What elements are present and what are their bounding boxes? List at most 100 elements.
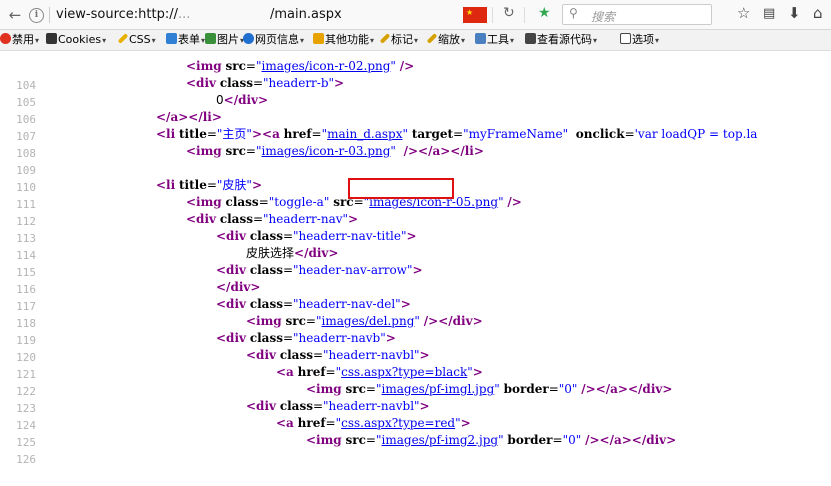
toolbar-label: 选项 — [632, 33, 654, 46]
bookmark-star-icon[interactable]: ☆ — [737, 4, 750, 22]
url-hidden: ... — [178, 7, 191, 22]
webdev-toolbar: 禁用▾ Cookies▾ CSS▾ 表单▾ 图片▾ 网页信息▾ 其他功能▾ 标记… — [0, 30, 831, 51]
source-line: 117 </div> — [0, 279, 831, 313]
line-code: <img src="images/icon-r-02.png" /> — [186, 59, 415, 73]
wand-icon — [117, 33, 129, 44]
toolbar-item-options[interactable]: 选项▾ — [620, 33, 659, 48]
info-icon — [243, 33, 254, 44]
tools-icon — [475, 33, 486, 44]
line-code: <li title="主页"><a href="main_d.aspx" tar… — [156, 127, 758, 141]
image-icon — [205, 33, 216, 44]
form-icon — [166, 33, 177, 44]
source-line: 110 — [0, 160, 831, 194]
source-line: 109 <img src="images/icon-r-03.png" /></… — [0, 143, 831, 177]
options-icon — [620, 33, 631, 44]
source-line: 114 <div class="headerr-nav-title"> — [0, 228, 831, 262]
line-code: <img src="images/pf-img2.jpg" border="0"… — [306, 433, 677, 447]
reload-icon[interactable]: ↻ — [503, 5, 515, 21]
search-icon: ⚲ — [569, 6, 578, 20]
line-code: <div class="headerr-nav"> — [186, 212, 359, 226]
source-line: 125 <a href="css.aspx?type=red"> — [0, 415, 831, 449]
toolbar-label: 网页信息 — [255, 33, 299, 46]
line-code: </a></li> — [156, 110, 222, 124]
divider — [524, 7, 525, 23]
source-line: 119 <img src="images/del.png" /></div> — [0, 313, 831, 347]
info-icon[interactable]: i — [29, 8, 44, 23]
source-line: 106 0</div> — [0, 92, 831, 126]
line-code: <div class="headerr-navbl"> — [246, 348, 430, 362]
line-code: 0</div> — [216, 93, 269, 107]
toolbar-item-disable[interactable]: 禁用▾ — [0, 33, 39, 48]
divider — [49, 7, 50, 23]
arrow-left-icon[interactable]: ← — [4, 4, 26, 26]
source-line: 118 <div class="headerr-nav-del"> — [0, 296, 831, 330]
toolbar-label: CSS — [129, 33, 151, 46]
url-file: /main.aspx — [270, 7, 342, 22]
source-line: 126 <img src="images/pf-img2.jpg" border… — [0, 432, 831, 466]
china-flag-icon[interactable]: ★ — [463, 7, 487, 23]
toolbar-item-pageinfo[interactable]: 网页信息▾ — [243, 33, 304, 48]
line-code: </div> — [216, 280, 261, 294]
home-icon[interactable]: ⌂ — [813, 4, 823, 22]
line-code: <div class="headerr-nav-del"> — [216, 297, 411, 311]
source-line: 120 <div class="headerr-navb"> — [0, 330, 831, 364]
toolbar-label: 查看源代码 — [537, 33, 592, 46]
toolbar-label: 其他功能 — [325, 33, 369, 46]
toolbar-label: 表单 — [178, 33, 200, 46]
bookmark-green-icon[interactable]: ★ — [538, 5, 551, 21]
source-line: 104 <img src="images/icon-r-02.png" /> — [0, 58, 831, 92]
pencil-icon — [379, 33, 391, 44]
source-line: 108 <li title="主页"><a href="main_d.aspx"… — [0, 126, 831, 160]
toolbar-label: 图片 — [217, 33, 239, 46]
toolbar-item-zoom[interactable]: 缩放▾ — [426, 33, 465, 48]
line-code: <a href="css.aspx?type=black"> — [276, 365, 483, 379]
search-input[interactable]: ⚲ 搜索 — [562, 4, 712, 25]
line-code: 皮肤选择</div> — [246, 246, 339, 260]
folder-icon — [313, 33, 324, 44]
source-line-partial — [0, 449, 831, 466]
line-code: <img src="images/pf-imgl.jpg" border="0"… — [306, 382, 673, 396]
source-line: 121 <div class="headerr-navbl"> — [0, 347, 831, 381]
toolbar-item-misc[interactable]: 其他功能▾ — [313, 33, 374, 48]
source-line: 124 <div class="headerr-navbl"> — [0, 398, 831, 432]
line-code: <div class="headerr-navbl"> — [246, 399, 430, 413]
forbidden-icon — [0, 33, 11, 44]
line-code: <div class="headerr-nav-title"> — [216, 229, 417, 243]
line-code: <div class="headerr-b"> — [186, 76, 345, 90]
toolbar-label: 标记 — [391, 33, 413, 46]
line-code: <img src="images/del.png" /></div> — [246, 314, 483, 328]
user-icon — [46, 33, 57, 44]
download-icon[interactable]: ⬇ — [788, 4, 801, 22]
address-bar[interactable]: ← i view-source:http://... /main.aspx ★ ↻… — [0, 0, 831, 30]
line-code: <img src="images/icon-r-03.png" /></a></… — [186, 144, 484, 158]
reading-list-icon[interactable]: ▤ — [763, 6, 775, 21]
monitor-icon — [525, 33, 536, 44]
source-line: 115 皮肤选择</div> — [0, 245, 831, 279]
source-line: 113 <div class="headerr-nav"> — [0, 211, 831, 245]
line-code: <div class="header-nav-arrow"> — [216, 263, 423, 277]
toolbar-label: 缩放 — [438, 33, 460, 46]
toolbar-item-form[interactable]: 表单▾ — [166, 33, 205, 48]
source-line: 123 <img src="images/pf-imgl.jpg" border… — [0, 381, 831, 415]
toolbar-item-tools[interactable]: 工具▾ — [475, 33, 514, 48]
toolbar-label: 禁用 — [12, 33, 34, 46]
divider — [492, 7, 493, 23]
resize-icon — [426, 33, 438, 44]
toolbar-item-viewsource[interactable]: 查看源代码▾ — [525, 33, 597, 48]
line-code: <a href="css.aspx?type=red"> — [276, 416, 471, 430]
toolbar-label: Cookies — [58, 33, 102, 46]
source-line: 122 <a href="css.aspx?type=black"> — [0, 364, 831, 398]
line-code: <li title="皮肤"> — [156, 178, 263, 192]
highlight-box — [348, 178, 454, 199]
line-code: <div class="headerr-navb"> — [216, 331, 396, 345]
source-view[interactable]: 104 <img src="images/icon-r-02.png" /> 1… — [0, 51, 831, 486]
source-line: 107 </a></li> — [0, 109, 831, 143]
url-prefix: view-source:http:// — [56, 7, 179, 22]
search-placeholder: 搜索 — [591, 10, 616, 24]
source-line: 116 <div class="header-nav-arrow"> — [0, 262, 831, 296]
toolbar-item-image[interactable]: 图片▾ — [205, 33, 244, 48]
url-text[interactable]: view-source:http://... /main.aspx — [56, 7, 342, 22]
toolbar-item-css[interactable]: CSS▾ — [117, 33, 156, 48]
toolbar-item-mark[interactable]: 标记▾ — [379, 33, 418, 48]
toolbar-item-cookies[interactable]: Cookies▾ — [46, 33, 106, 48]
